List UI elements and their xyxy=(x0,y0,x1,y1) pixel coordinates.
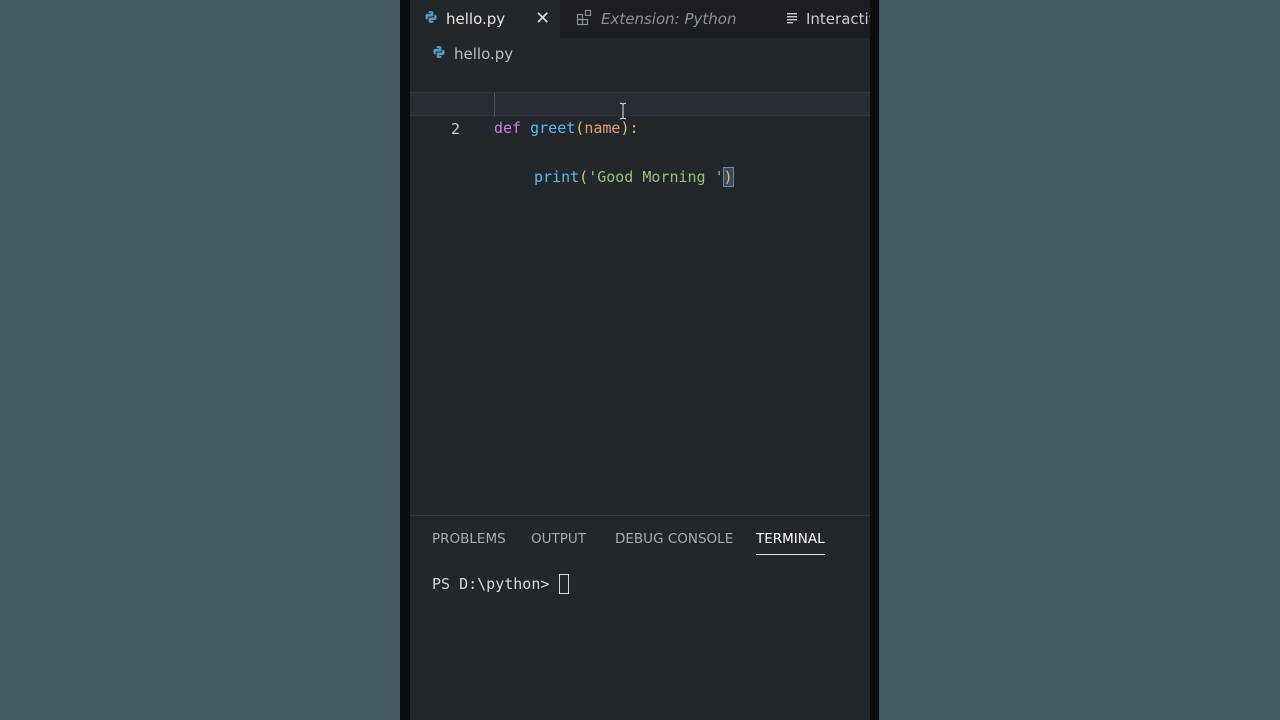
tab-interactive[interactable]: Interactiv xyxy=(786,0,870,38)
paren-token: ) xyxy=(722,167,734,187)
indent-guide xyxy=(494,93,495,117)
line-source: def greet(name): xyxy=(494,116,639,140)
ibeam-cursor-icon xyxy=(619,102,627,120)
tab-bar: hello.py ✕ Extension: Python Interacti xyxy=(410,0,870,38)
function-token: print xyxy=(534,168,580,186)
keyword-token: def xyxy=(494,119,522,137)
paren-token: ( xyxy=(579,168,589,186)
string-token: 'Good Morning ' xyxy=(588,168,724,186)
terminal-cursor xyxy=(559,574,570,594)
python-file-icon xyxy=(432,45,446,63)
breadcrumb-file: hello.py xyxy=(454,45,514,63)
code-line[interactable]: 1 def greet(name): xyxy=(410,68,870,137)
bottom-panel: PROBLEMS OUTPUT DEBUG CONSOLE TERMINAL P… xyxy=(410,515,870,720)
tab-hello-py[interactable]: hello.py ✕ xyxy=(410,0,560,38)
tab-terminal[interactable]: TERMINAL xyxy=(756,530,825,555)
tab-extension-python[interactable]: Extension: Python xyxy=(576,0,766,38)
list-icon xyxy=(786,10,798,28)
param-token: name xyxy=(584,119,621,137)
tab-label: hello.py xyxy=(446,10,506,28)
paren-token: ): xyxy=(620,119,639,137)
terminal[interactable]: PS D:\python> xyxy=(432,574,570,594)
breadcrumb[interactable]: hello.py xyxy=(432,44,513,64)
editor-window: hello.py ✕ Extension: Python Interacti h… xyxy=(410,0,870,720)
close-icon[interactable]: ✕ xyxy=(535,10,550,28)
line-number: 2 xyxy=(450,120,460,138)
tab-output[interactable]: OUTPUT xyxy=(531,530,586,554)
tab-label: Interactiv xyxy=(806,10,870,28)
paren-token: ( xyxy=(575,119,585,137)
line-source: print('Good Morning ') xyxy=(534,165,734,189)
tab-debug-console[interactable]: DEBUG CONSOLE xyxy=(615,530,733,554)
function-token: greet xyxy=(530,119,576,137)
code-line-current[interactable]: 2 print('Good Morning ') xyxy=(410,92,870,187)
tab-problems[interactable]: PROBLEMS xyxy=(432,530,506,554)
python-file-icon xyxy=(424,10,438,28)
terminal-prompt: PS D:\python> xyxy=(432,575,550,593)
tab-label: Extension: Python xyxy=(601,10,737,28)
code-editor[interactable]: 1 def greet(name): 2 print('Good Morning… xyxy=(410,68,870,508)
extensions-icon xyxy=(576,9,593,30)
